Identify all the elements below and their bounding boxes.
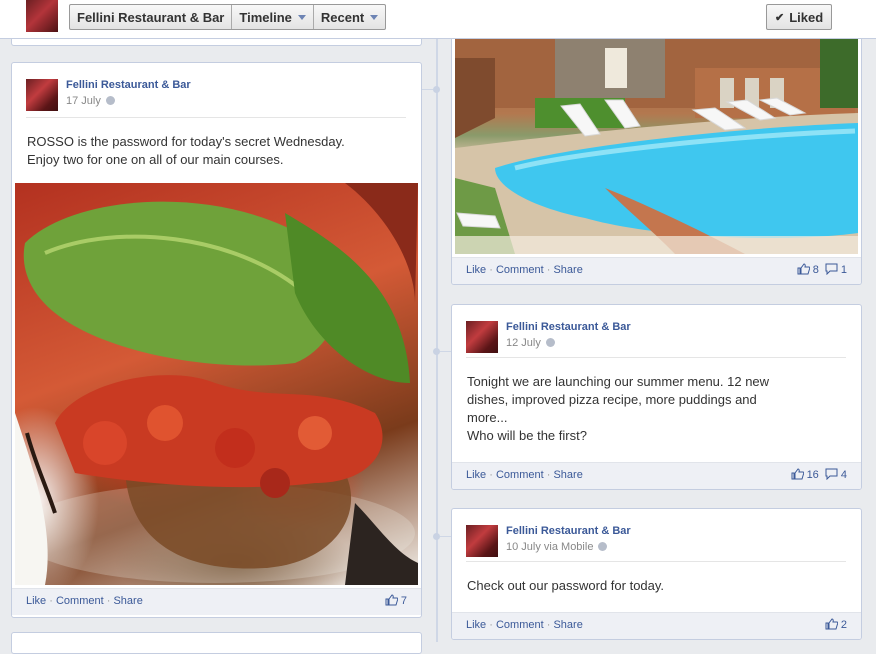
globe-icon xyxy=(545,338,555,347)
post-message: Check out our password for today. xyxy=(467,578,665,593)
separator: · xyxy=(546,469,551,481)
globe-icon xyxy=(105,96,115,105)
like-count[interactable]: 2 xyxy=(825,618,847,631)
post-actions: Like · Comment · Share xyxy=(466,619,583,631)
like-count-value: 8 xyxy=(812,264,819,276)
thumbs-up-icon xyxy=(791,468,804,480)
thumbs-up-icon xyxy=(825,618,838,630)
post-author-link[interactable]: Fellini Restaurant & Bar xyxy=(66,79,191,91)
separator: · xyxy=(49,595,53,607)
post-action-bar: Like · Comment · Share 8 1 xyxy=(452,257,861,284)
post-action-bar: Like · Comment · Share 7 xyxy=(12,588,421,615)
timeline-connector xyxy=(421,89,433,90)
check-icon: ✔ xyxy=(775,11,785,24)
comment-link[interactable]: Comment xyxy=(496,264,544,276)
post-message: Tonight we are launching our summer menu… xyxy=(467,374,770,443)
post-date-text: 12 July xyxy=(506,337,541,349)
post-author-link[interactable]: Fellini Restaurant & Bar xyxy=(506,525,631,537)
share-link[interactable]: Share xyxy=(553,619,582,631)
like-count[interactable]: 16 xyxy=(791,468,819,481)
comment-link[interactable]: Comment xyxy=(496,469,544,481)
header-divider xyxy=(466,561,846,562)
avatar[interactable] xyxy=(466,525,498,557)
post-timestamp[interactable]: 17 July xyxy=(66,95,115,107)
post-actions: Like · Comment · Share xyxy=(466,469,583,481)
comment-link[interactable]: Comment xyxy=(496,619,544,631)
post-card: Fellini Restaurant & Bar 17 July ROSSO i… xyxy=(11,62,422,618)
post-action-bar: Like · Comment · Share 16 4 xyxy=(452,462,861,489)
post-action-bar: Like · Comment · Share 2 xyxy=(452,612,861,639)
separator: · xyxy=(106,595,111,607)
bruschetta-photo-art xyxy=(15,183,418,585)
thumbs-up-icon xyxy=(385,594,398,606)
post-counts: 8 1 xyxy=(797,263,847,276)
post-card: Fellini Restaurant & Bar 12 July Tonight… xyxy=(451,304,862,490)
post-date-text: 10 July via Mobile xyxy=(506,541,594,553)
timeline-dot xyxy=(433,348,440,355)
timeline-dot xyxy=(433,533,440,540)
liked-button-label: Liked xyxy=(789,9,824,25)
like-count-value: 7 xyxy=(400,595,407,607)
share-link[interactable]: Share xyxy=(553,264,582,276)
separator: · xyxy=(546,264,551,276)
avatar[interactable] xyxy=(466,321,498,353)
comment-count[interactable]: 1 xyxy=(825,263,847,276)
header-divider xyxy=(26,117,406,118)
post-card: Fellini Restaurant & Bar 10 July via Mob… xyxy=(451,508,862,640)
liked-button[interactable]: ✔ Liked xyxy=(766,4,833,30)
timeline-dropdown-label: Timeline xyxy=(239,9,292,25)
post-actions: Like · Comment · Share xyxy=(466,264,583,276)
post-card: Like · Comment · Share 8 1 xyxy=(451,38,862,285)
chevron-down-icon xyxy=(370,14,379,20)
post-author-link[interactable]: Fellini Restaurant & Bar xyxy=(506,321,631,333)
comment-link[interactable]: Comment xyxy=(56,595,104,607)
like-count-value: 16 xyxy=(806,469,819,481)
post-photo[interactable] xyxy=(455,38,858,254)
pool-photo-art xyxy=(455,38,858,254)
comment-icon xyxy=(825,468,838,480)
post-actions: Like · Comment · Share xyxy=(26,595,143,607)
like-link[interactable]: Like xyxy=(466,469,486,481)
next-post-card xyxy=(11,632,422,654)
like-count-value: 2 xyxy=(840,619,847,631)
avatar[interactable] xyxy=(26,79,58,111)
timeline-dot xyxy=(433,86,440,93)
post-message: ROSSO is the password for today's secret… xyxy=(27,134,345,167)
page-profile-picture[interactable] xyxy=(26,0,58,32)
post-timestamp[interactable]: 12 July xyxy=(506,337,555,349)
recent-dropdown[interactable]: Recent xyxy=(314,5,385,29)
comment-count[interactable]: 4 xyxy=(825,468,847,481)
separator: · xyxy=(489,264,493,276)
header-divider xyxy=(466,357,846,358)
post-counts: 16 4 xyxy=(791,468,847,481)
separator: · xyxy=(546,619,551,631)
chevron-down-icon xyxy=(297,14,306,20)
page-header-bar: Fellini Restaurant & Bar Timeline Recent… xyxy=(0,0,876,39)
breadcrumb-page-name-label: Fellini Restaurant & Bar xyxy=(77,9,225,25)
post-timestamp[interactable]: 10 July via Mobile xyxy=(506,541,608,553)
breadcrumb: Fellini Restaurant & Bar Timeline Recent xyxy=(69,4,387,30)
globe-icon xyxy=(598,542,608,551)
comment-icon xyxy=(825,263,838,275)
recent-dropdown-label: Recent xyxy=(320,9,365,25)
like-link[interactable]: Like xyxy=(26,595,46,607)
breadcrumb-page-name[interactable]: Fellini Restaurant & Bar xyxy=(70,5,233,29)
separator: · xyxy=(489,469,493,481)
post-counts: 2 xyxy=(825,618,847,631)
like-link[interactable]: Like xyxy=(466,264,486,276)
timeline-spine xyxy=(436,38,438,642)
timeline-dropdown[interactable]: Timeline xyxy=(232,5,314,29)
share-link[interactable]: Share xyxy=(113,595,142,607)
share-link[interactable]: Share xyxy=(553,469,582,481)
like-link[interactable]: Like xyxy=(466,619,486,631)
thumbs-up-icon xyxy=(797,263,810,275)
separator: · xyxy=(489,619,493,631)
post-counts: 7 xyxy=(385,594,407,607)
comment-count-value: 1 xyxy=(840,264,847,276)
like-count[interactable]: 7 xyxy=(385,594,407,607)
comment-count-value: 4 xyxy=(840,469,847,481)
post-date-text: 17 July xyxy=(66,95,101,107)
like-count[interactable]: 8 xyxy=(797,263,819,276)
post-photo[interactable] xyxy=(15,183,418,585)
